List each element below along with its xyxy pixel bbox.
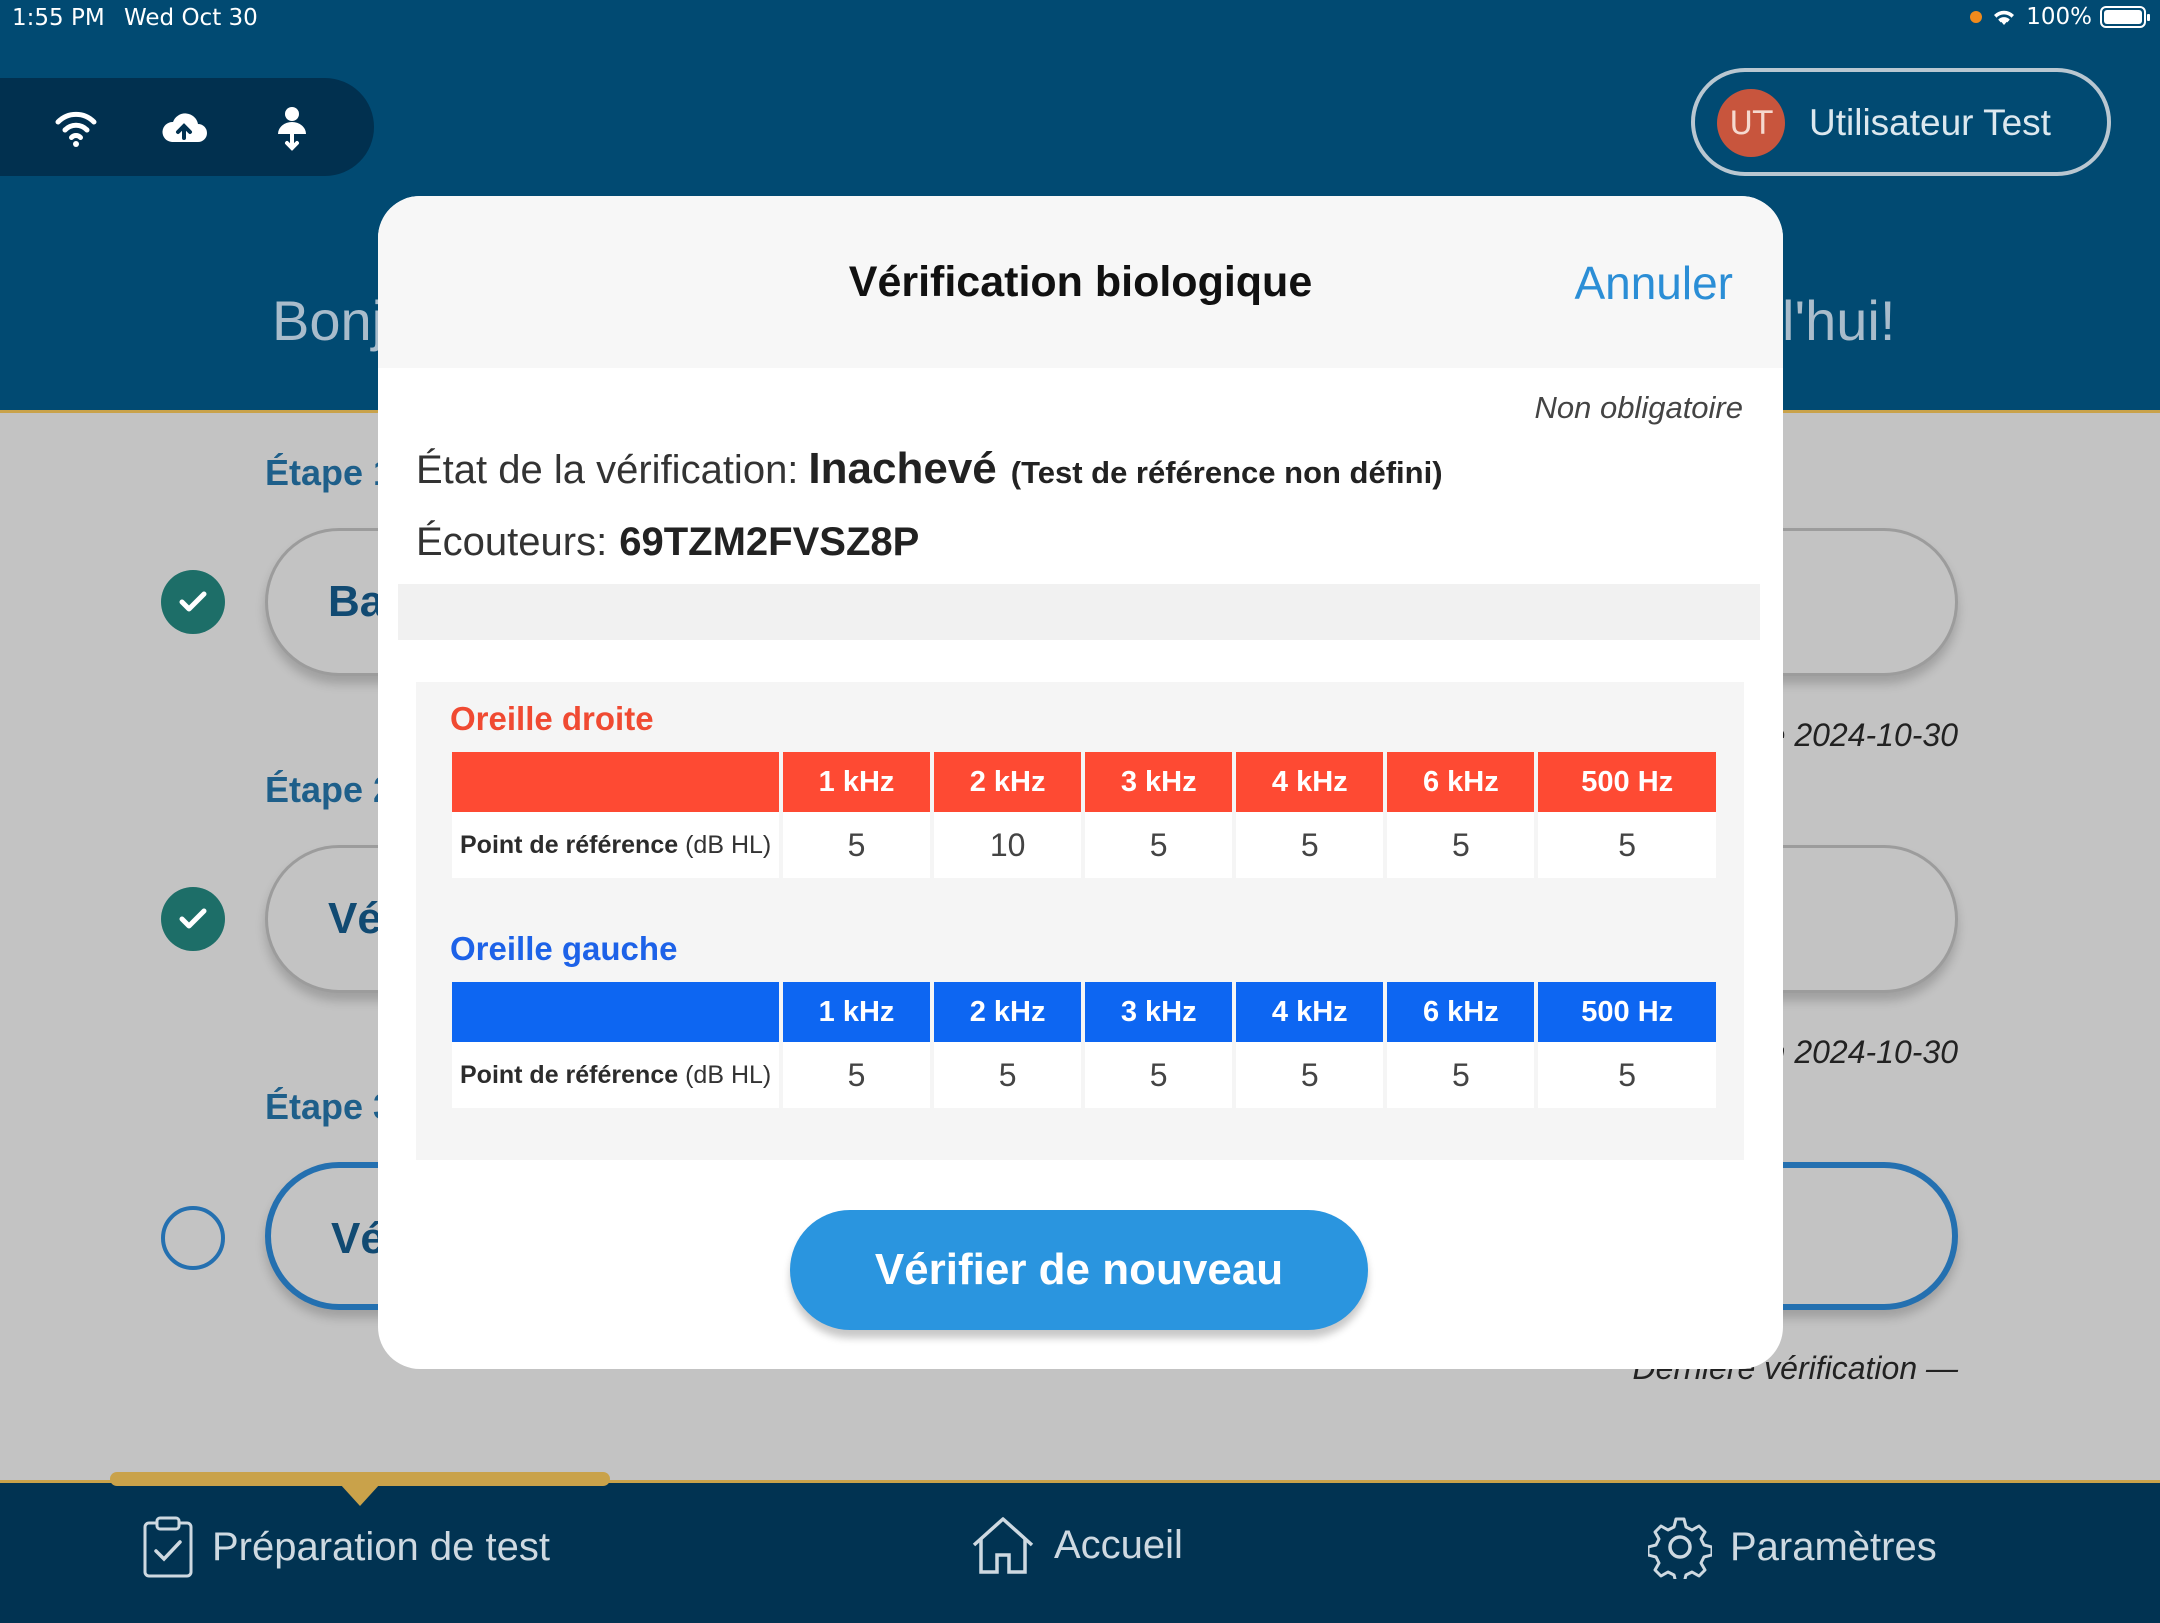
greeting-right: l'hui!: [1782, 289, 1896, 352]
optional-label: Non obligatoire: [1534, 390, 1743, 425]
battery-percent: 100%: [2026, 4, 2092, 30]
status-label: État de la vérification:: [416, 448, 799, 492]
status-bar: 1:55 PM Wed Oct 30 100%: [0, 0, 2160, 40]
freq-header: 6 kHz: [1387, 982, 1535, 1042]
tab-test-preparation-label: Préparation de test: [212, 1524, 550, 1569]
status-note: (Test de référence non défini): [1010, 455, 1443, 490]
tab-home-label: Accueil: [1054, 1522, 1183, 1567]
table-header-row: 1 kHz 2 kHz 3 kHz 4 kHz 6 kHz 500 Hz: [452, 982, 1716, 1042]
table-row: Point de référence (dB HL) 5 10 5 5 5 5: [452, 812, 1716, 878]
freq-header: 500 Hz: [1538, 752, 1716, 812]
row-label-unit: (dB HL): [685, 830, 772, 859]
step-2-button-label: Vé: [328, 894, 382, 943]
divider: [398, 584, 1760, 640]
freq-header: 2 kHz: [934, 752, 1082, 812]
row-label: Point de référence (dB HL): [452, 812, 779, 878]
headphones-label: Écouteurs:: [416, 520, 608, 564]
verify-again-button[interactable]: Vérifier de nouveau: [790, 1210, 1368, 1330]
battery-icon: [2100, 6, 2150, 28]
step-2-label: Étape 2: [265, 769, 394, 810]
step-1-label: Étape 1: [265, 452, 394, 493]
wifi-status-icon: [1994, 10, 2015, 25]
tab-test-preparation[interactable]: Préparation de test: [142, 1515, 550, 1579]
table-header-cell: [452, 982, 779, 1042]
connectivity-toolbar: [0, 78, 374, 176]
status-time: 1:55 PM: [12, 5, 105, 31]
step-1-last-check: e 2024-10-30: [1767, 717, 1958, 753]
left-ear-title: Oreille gauche: [450, 930, 678, 967]
left-ear-table: 1 kHz 2 kHz 3 kHz 4 kHz 6 kHz 500 Hz Poi…: [448, 982, 1720, 1108]
freq-header: 4 kHz: [1236, 752, 1384, 812]
value-cell: 5: [1236, 1042, 1384, 1108]
value-cell: 5: [783, 812, 931, 878]
avatar: UT: [1717, 89, 1785, 157]
freq-header: 2 kHz: [934, 982, 1082, 1042]
value-cell: 5: [1085, 1042, 1233, 1108]
step-3-label: Étape 3: [265, 1086, 394, 1127]
table-header-cell: [452, 752, 779, 812]
value-cell: 5: [1538, 1042, 1716, 1108]
freq-header: 4 kHz: [1236, 982, 1384, 1042]
value-cell: 5: [1387, 1042, 1535, 1108]
headphones-serial: 69TZM2FVSZ8P: [619, 520, 920, 564]
headphones-info: Écouteurs: 69TZM2FVSZ8P: [416, 520, 919, 565]
modal-title: Vérification biologique: [848, 258, 1313, 306]
wifi-icon[interactable]: [52, 104, 100, 152]
step-3-button-label: Vé: [331, 1214, 385, 1263]
freq-header: 6 kHz: [1387, 752, 1535, 812]
freq-header: 500 Hz: [1538, 982, 1716, 1042]
freq-header: 3 kHz: [1085, 752, 1233, 812]
location-dot-icon: [1970, 11, 1983, 23]
value-cell: 5: [1538, 812, 1716, 878]
value-cell: 5: [783, 1042, 931, 1108]
row-label: Point de référence (dB HL): [452, 1042, 779, 1108]
status-date: Wed Oct 30: [124, 5, 258, 31]
value-cell: 5: [1236, 812, 1384, 878]
status-value: Inachevé: [808, 444, 997, 493]
cancel-button[interactable]: Annuler: [1574, 256, 1733, 310]
freq-header: 3 kHz: [1085, 982, 1233, 1042]
step-2-check-icon: [161, 887, 225, 951]
clipboard-check-icon: [143, 1516, 193, 1578]
verification-status: État de la vérification: Inachevé (Test de…: [416, 444, 1443, 494]
status-right: 100%: [1970, 4, 2150, 30]
active-tab-pointer: [340, 1484, 380, 1506]
table-header-row: 1 kHz 2 kHz 3 kHz 4 kHz 6 kHz 500 Hz: [452, 752, 1716, 812]
biological-check-modal: Vérification biologique Annuler Non obli…: [378, 196, 1783, 1369]
gear-icon: [1648, 1517, 1712, 1579]
cloud-upload-icon[interactable]: [160, 104, 208, 152]
value-cell: 5: [1085, 812, 1233, 878]
step-1-check-icon: [161, 570, 225, 634]
greeting-left: Bonj: [272, 289, 385, 352]
user-profile-button[interactable]: UT Utilisateur Test: [1691, 68, 2111, 176]
step-1-button-label: Ba: [328, 577, 385, 626]
user-name: Utilisateur Test: [1809, 102, 2051, 143]
step-3-radio-icon: [161, 1206, 225, 1270]
row-label-text: Point de référence: [460, 830, 679, 859]
modal-header: Vérification biologique Annuler: [378, 196, 1783, 368]
value-cell: 5: [934, 1042, 1082, 1108]
home-icon: [972, 1517, 1034, 1574]
right-ear-table: 1 kHz 2 kHz 3 kHz 4 kHz 6 kHz 500 Hz Poi…: [448, 752, 1720, 878]
tab-settings-label: Paramètres: [1730, 1524, 1937, 1569]
row-label-text: Point de référence: [460, 1060, 679, 1089]
freq-header: 1 kHz: [783, 982, 931, 1042]
tab-home[interactable]: Accueil: [970, 1515, 1183, 1575]
step-2-last-check: n 2024-10-30: [1767, 1034, 1958, 1070]
table-row: Point de référence (dB HL) 5 5 5 5 5 5: [452, 1042, 1716, 1108]
freq-header: 1 kHz: [783, 752, 931, 812]
user-download-icon[interactable]: [268, 104, 316, 152]
row-label-unit: (dB HL): [685, 1060, 772, 1089]
value-cell: 5: [1387, 812, 1535, 878]
right-ear-title: Oreille droite: [450, 700, 654, 737]
reference-results-card: Oreille droite 1 kHz 2 kHz 3 kHz 4 kHz 6…: [416, 682, 1744, 1160]
tab-settings[interactable]: Paramètres: [1648, 1515, 1937, 1579]
value-cell: 10: [934, 812, 1082, 878]
